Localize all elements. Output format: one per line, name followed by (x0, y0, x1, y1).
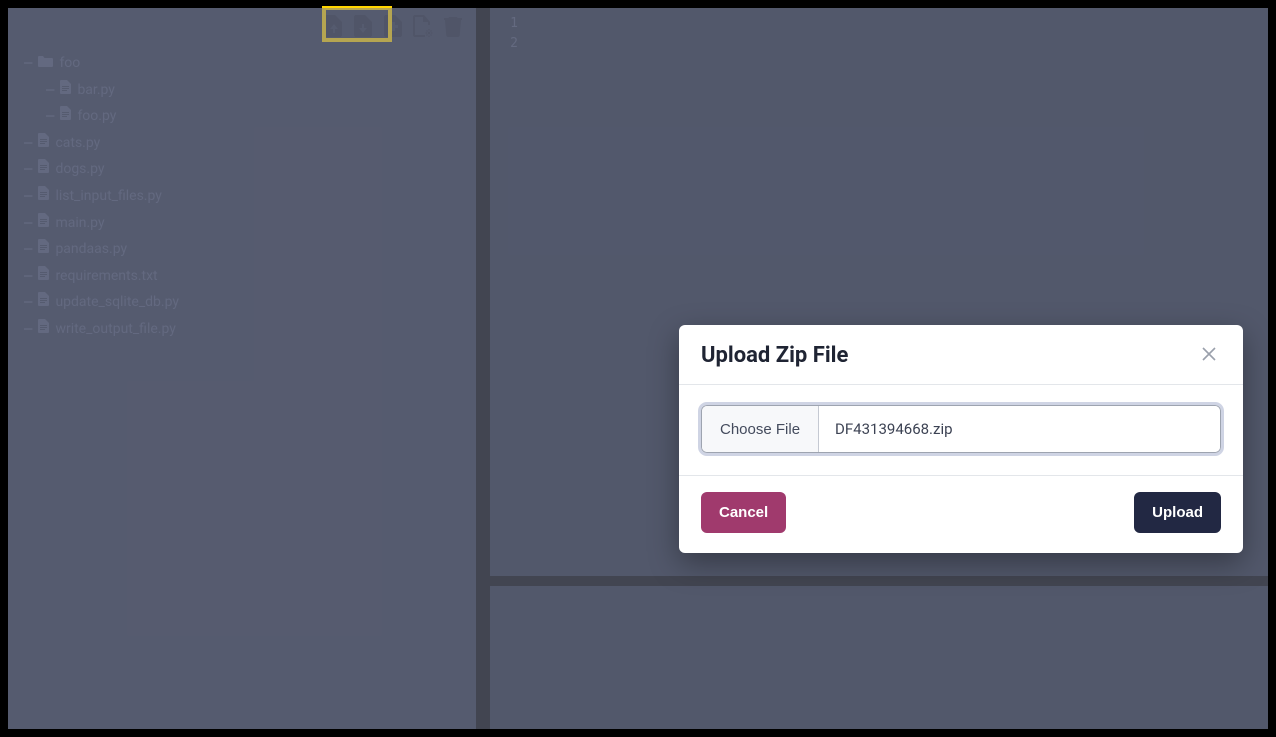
upload-zip-modal: Upload Zip File Choose File DF431394668.… (679, 325, 1243, 553)
file-icon (38, 316, 49, 343)
tree-file-label: cats.py (55, 130, 100, 157)
tree-file[interactable]: —cats.py (24, 130, 470, 157)
file-icon (38, 289, 49, 316)
tree-file[interactable]: — bar.py (46, 77, 470, 104)
file-icon (38, 236, 49, 263)
tree-connector: — (46, 103, 54, 130)
choose-file-button[interactable]: Choose File (702, 406, 819, 452)
modal-body: Choose File DF431394668.zip (679, 385, 1243, 475)
add-file-button[interactable] (412, 13, 434, 39)
modal-close-button[interactable] (1197, 344, 1221, 368)
tree-file-label: write_output_file.py (55, 316, 175, 343)
tree-file[interactable]: — foo.py (46, 103, 470, 130)
tree-file[interactable]: —pandaas.py (24, 236, 470, 263)
tree-file-label: main.py (55, 210, 104, 237)
close-icon (1202, 344, 1216, 367)
upload-file-button[interactable] (322, 13, 344, 39)
tree-folder[interactable]: — foo (24, 50, 470, 77)
tree-file[interactable]: —dogs.py (24, 156, 470, 183)
download-file-button[interactable] (352, 13, 374, 39)
file-icon (38, 210, 49, 237)
terminal-panel[interactable] (490, 586, 1268, 729)
add-file-icon (413, 15, 433, 37)
line-number: 2 (490, 34, 518, 54)
tree-file[interactable]: —update_sqlite_db.py (24, 289, 470, 316)
file-icon (38, 263, 49, 290)
cancel-button[interactable]: Cancel (701, 492, 786, 533)
tree-connector: — (46, 77, 54, 104)
tree-connector: — (24, 50, 32, 77)
tree-file[interactable]: —requirements.txt (24, 263, 470, 290)
modal-footer: Cancel Upload (679, 475, 1243, 553)
tree-file-label: bar.py (77, 77, 114, 104)
file-tree: — foo — bar.py (8, 44, 476, 349)
file-explorer-sidebar: — foo — bar.py (8, 8, 476, 729)
file-picker: Choose File DF431394668.zip (701, 405, 1221, 453)
file-icon (60, 103, 71, 130)
new-file-button[interactable] (382, 13, 404, 39)
line-number: 1 (490, 14, 518, 34)
file-icon (38, 156, 49, 183)
modal-title: Upload Zip File (701, 343, 848, 368)
folder-icon (38, 50, 53, 77)
tree-file[interactable]: —write_output_file.py (24, 316, 470, 343)
upload-file-icon (324, 15, 342, 37)
tree-file[interactable]: —main.py (24, 210, 470, 237)
file-icon (38, 183, 49, 210)
tree-file[interactable]: —list_input_files.py (24, 183, 470, 210)
file-icon (38, 130, 49, 157)
delete-button[interactable] (442, 13, 464, 39)
modal-header: Upload Zip File (679, 325, 1243, 385)
tree-file-label: update_sqlite_db.py (55, 289, 179, 316)
upload-button[interactable]: Upload (1134, 492, 1221, 533)
selected-file-name: DF431394668.zip (819, 406, 1220, 452)
sidebar-toolbar (322, 8, 464, 44)
file-icon (60, 77, 71, 104)
new-file-icon (384, 15, 402, 37)
tree-file-label: foo.py (77, 103, 116, 130)
trash-icon (444, 15, 462, 37)
tree-file-label: dogs.py (55, 156, 104, 183)
tree-file-label: list_input_files.py (55, 183, 161, 210)
download-file-icon (354, 15, 372, 37)
tree-folder-label: foo (59, 50, 80, 77)
tree-file-label: requirements.txt (55, 263, 157, 290)
tree-file-label: pandaas.py (55, 236, 127, 263)
tree-folder-children: — bar.py — foo.p (46, 77, 470, 130)
editor-gutter: 1 2 (490, 8, 524, 576)
